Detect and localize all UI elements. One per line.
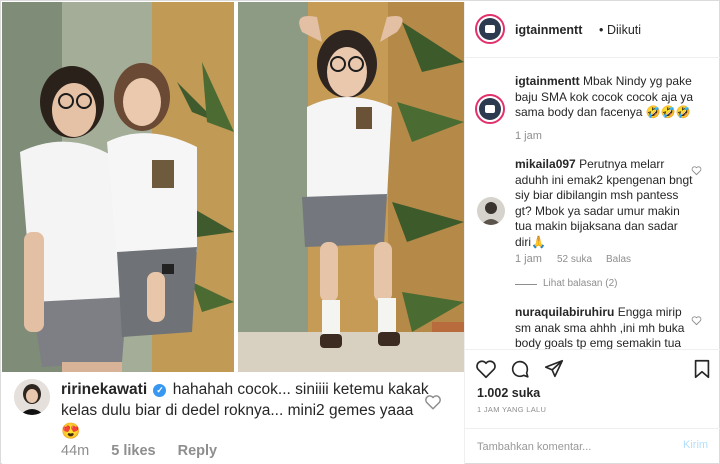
comment-text: nuraquilabiruhiru Engga mirip sm anak sm… bbox=[515, 305, 693, 349]
avatar-image bbox=[481, 202, 501, 225]
comments-list[interactable]: igtainmentt Mbak Nindy yg pake baju SMA … bbox=[465, 59, 720, 349]
share-icon[interactable] bbox=[543, 358, 565, 380]
comment-username[interactable]: nuraquilabiruhiru bbox=[515, 305, 614, 319]
avatar-image bbox=[479, 98, 501, 120]
instagram-post-frame: ririnekawati ✓ hahahah cocok... siniiii … bbox=[0, 0, 720, 464]
follow-status-button[interactable]: Diikuti bbox=[607, 23, 641, 37]
caption: igtainmentt Mbak Nindy yg pake baju SMA … bbox=[515, 74, 705, 121]
featured-comment: ririnekawati ✓ hahahah cocok... siniiii … bbox=[2, 373, 464, 464]
post-timestamp: 1 JAM YANG LALU bbox=[477, 405, 547, 414]
comment-username[interactable]: ririnekawati bbox=[61, 381, 147, 398]
account-logo-icon bbox=[485, 105, 495, 113]
replies-divider bbox=[515, 284, 537, 285]
send-comment-button[interactable]: Kirim bbox=[683, 439, 708, 451]
heart-icon[interactable] bbox=[475, 358, 497, 380]
post-sidebar: igtainmentt • Diikuti igtainmentt Mbak N… bbox=[464, 2, 720, 464]
heart-icon[interactable] bbox=[691, 315, 702, 326]
comment-likes[interactable]: 5 likes bbox=[111, 443, 155, 459]
heart-icon[interactable] bbox=[424, 393, 442, 411]
reply-button[interactable]: Balas bbox=[606, 254, 631, 265]
post-actions: 1.002 suka 1 JAM YANG LALU bbox=[465, 349, 720, 429]
view-replies-button[interactable]: Lihat balasan (2) bbox=[543, 278, 618, 289]
comment-icon[interactable] bbox=[509, 358, 531, 380]
comment-input[interactable] bbox=[477, 439, 667, 455]
add-comment-bar: Kirim bbox=[465, 428, 720, 464]
avatar-image bbox=[479, 18, 501, 40]
avatar[interactable] bbox=[475, 94, 505, 124]
avatar[interactable] bbox=[14, 379, 50, 415]
reply-button[interactable]: Reply bbox=[178, 443, 218, 459]
comment-time: 44m bbox=[61, 443, 90, 459]
comment-likes[interactable]: 52 suka bbox=[557, 254, 592, 265]
account-logo-icon bbox=[485, 25, 495, 33]
likes-count[interactable]: 1.002 suka bbox=[477, 386, 540, 400]
separator-dot: • bbox=[599, 23, 604, 37]
featured-comment-text: ririnekawati ✓ hahahah cocok... siniiii … bbox=[61, 379, 431, 442]
avatar[interactable] bbox=[475, 14, 505, 44]
comment-username[interactable]: mikaila097 bbox=[515, 157, 576, 171]
verified-badge-icon: ✓ bbox=[153, 384, 167, 397]
avatar[interactable] bbox=[477, 197, 505, 225]
post-header: igtainmentt • Diikuti bbox=[465, 2, 720, 58]
caption-time: 1 jam bbox=[515, 130, 542, 142]
featured-comment-meta: 44m 5 likes Reply bbox=[61, 443, 235, 459]
heart-icon[interactable] bbox=[691, 165, 702, 176]
post-photo[interactable] bbox=[2, 2, 464, 372]
bookmark-icon[interactable] bbox=[691, 358, 713, 380]
comment-time: 1 jam bbox=[515, 253, 542, 265]
comment-text: mikaila097 Perutnya melarr aduhh ini ema… bbox=[515, 157, 693, 250]
avatar-image bbox=[14, 379, 50, 415]
photo-illustration bbox=[2, 2, 464, 372]
caption-username[interactable]: igtainmentt bbox=[515, 74, 580, 88]
header-username[interactable]: igtainmentt bbox=[515, 23, 582, 37]
